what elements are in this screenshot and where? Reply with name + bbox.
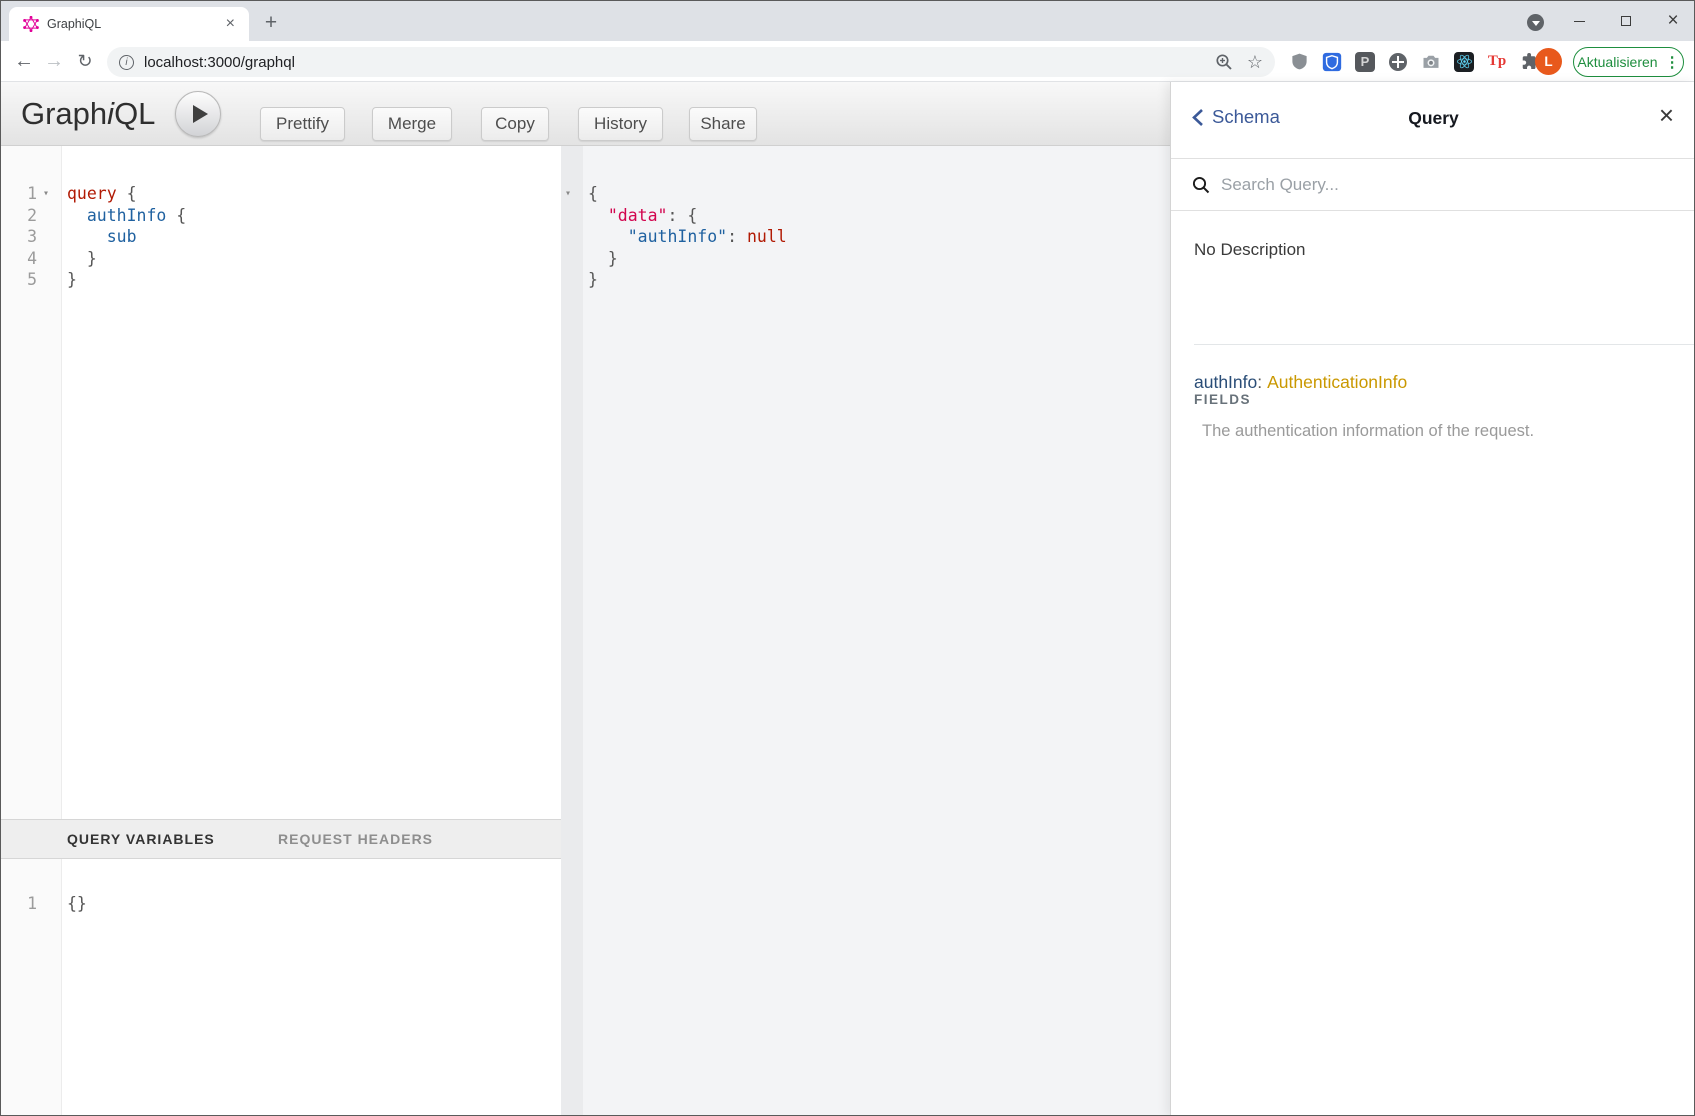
search-icon — [1192, 176, 1210, 194]
p-extension-icon[interactable]: P — [1355, 52, 1375, 72]
update-label: Aktualisieren — [1577, 54, 1657, 70]
graphiql-logo: GraphiQL — [21, 96, 155, 132]
docs-search-input[interactable] — [1219, 174, 1603, 196]
window-close-button[interactable]: × — [1650, 1, 1695, 41]
variables-editor[interactable]: 1{} — [1, 859, 561, 1116]
doc-explorer-panel: Schema Query × No Description FIELDS aut… — [1170, 82, 1695, 1116]
zoom-page-icon[interactable] — [1215, 53, 1233, 71]
query-editor[interactable]: 1▾query {2 authInfo {3 sub4 }5} — [1, 146, 561, 819]
play-icon — [193, 105, 208, 123]
tampermonkey-tp-icon[interactable]: Tp — [1487, 52, 1507, 72]
field-separator: : — [1257, 372, 1262, 392]
browser-titlebar: GraphiQL × + × — [1, 1, 1694, 41]
copy-button[interactable]: Copy — [481, 107, 549, 141]
react-devtools-icon[interactable] — [1454, 52, 1474, 72]
menu-dots-icon: ⋮ — [1665, 53, 1680, 71]
new-tab-button[interactable]: + — [257, 9, 285, 37]
field-description: The authentication information of the re… — [1202, 422, 1534, 441]
result-pane[interactable]: ▾{ "data": { "authInfo": null }} — [561, 146, 1170, 1116]
chrome-update-button[interactable]: Aktualisieren ⋮ — [1573, 47, 1684, 77]
camera-extension-icon[interactable] — [1421, 52, 1441, 72]
tab-query-variables[interactable]: QUERY VARIABLES — [67, 820, 215, 858]
forward-button[interactable]: → — [39, 41, 69, 82]
tab-request-headers[interactable]: REQUEST HEADERS — [278, 820, 433, 858]
bitwarden-shield-icon[interactable] — [1322, 52, 1342, 72]
move-cross-extension-icon[interactable] — [1388, 52, 1408, 72]
browser-window: GraphiQL × + × ← → ↻ i localhost:3000/gr… — [0, 0, 1695, 1116]
site-info-icon[interactable]: i — [119, 55, 134, 70]
no-description-text: No Description — [1194, 240, 1306, 260]
url-bar[interactable]: i localhost:3000/graphql ☆ — [107, 47, 1275, 77]
docs-title: Query — [1171, 108, 1695, 129]
minimize-button[interactable] — [1556, 1, 1602, 41]
field-type-link[interactable]: AuthenticationInfo — [1267, 372, 1407, 392]
url-text: localhost:3000/graphql — [144, 54, 1215, 71]
graphiql-topbar: GraphiQL Prettify Merge Copy History Sha… — [1, 82, 1170, 146]
field-row: authInfo:AuthenticationInfo — [1194, 372, 1407, 393]
chevron-down-circle-icon[interactable] — [1527, 14, 1544, 31]
variables-title-bar: QUERY VARIABLES REQUEST HEADERS — [1, 819, 561, 859]
field-name-link[interactable]: authInfo — [1194, 372, 1257, 392]
doc-explorer-header: Schema Query × — [1171, 82, 1695, 159]
docs-search-row — [1171, 159, 1695, 211]
docs-close-icon[interactable]: × — [1659, 102, 1674, 128]
extensions-bar: P Tp — [1289, 41, 1540, 82]
maximize-button[interactable] — [1603, 1, 1649, 41]
profile-avatar[interactable]: L — [1535, 48, 1562, 75]
bookmark-star-icon[interactable]: ☆ — [1247, 53, 1263, 71]
prettify-button[interactable]: Prettify — [260, 107, 345, 141]
tab-title: GraphiQL — [47, 17, 222, 31]
graphql-favicon-icon — [23, 16, 39, 32]
back-button[interactable]: ← — [9, 41, 39, 82]
share-button[interactable]: Share — [689, 107, 757, 141]
execute-query-button[interactable] — [175, 91, 221, 137]
merge-button[interactable]: Merge — [372, 107, 452, 141]
tab-close-icon[interactable]: × — [222, 16, 239, 32]
browser-tab[interactable]: GraphiQL × — [9, 7, 249, 41]
reload-button[interactable]: ↻ — [70, 41, 100, 82]
history-button[interactable]: History — [578, 107, 663, 141]
fields-heading: FIELDS — [1194, 392, 1251, 407]
fields-divider — [1194, 344, 1695, 345]
ublock-shield-icon[interactable] — [1289, 52, 1309, 72]
